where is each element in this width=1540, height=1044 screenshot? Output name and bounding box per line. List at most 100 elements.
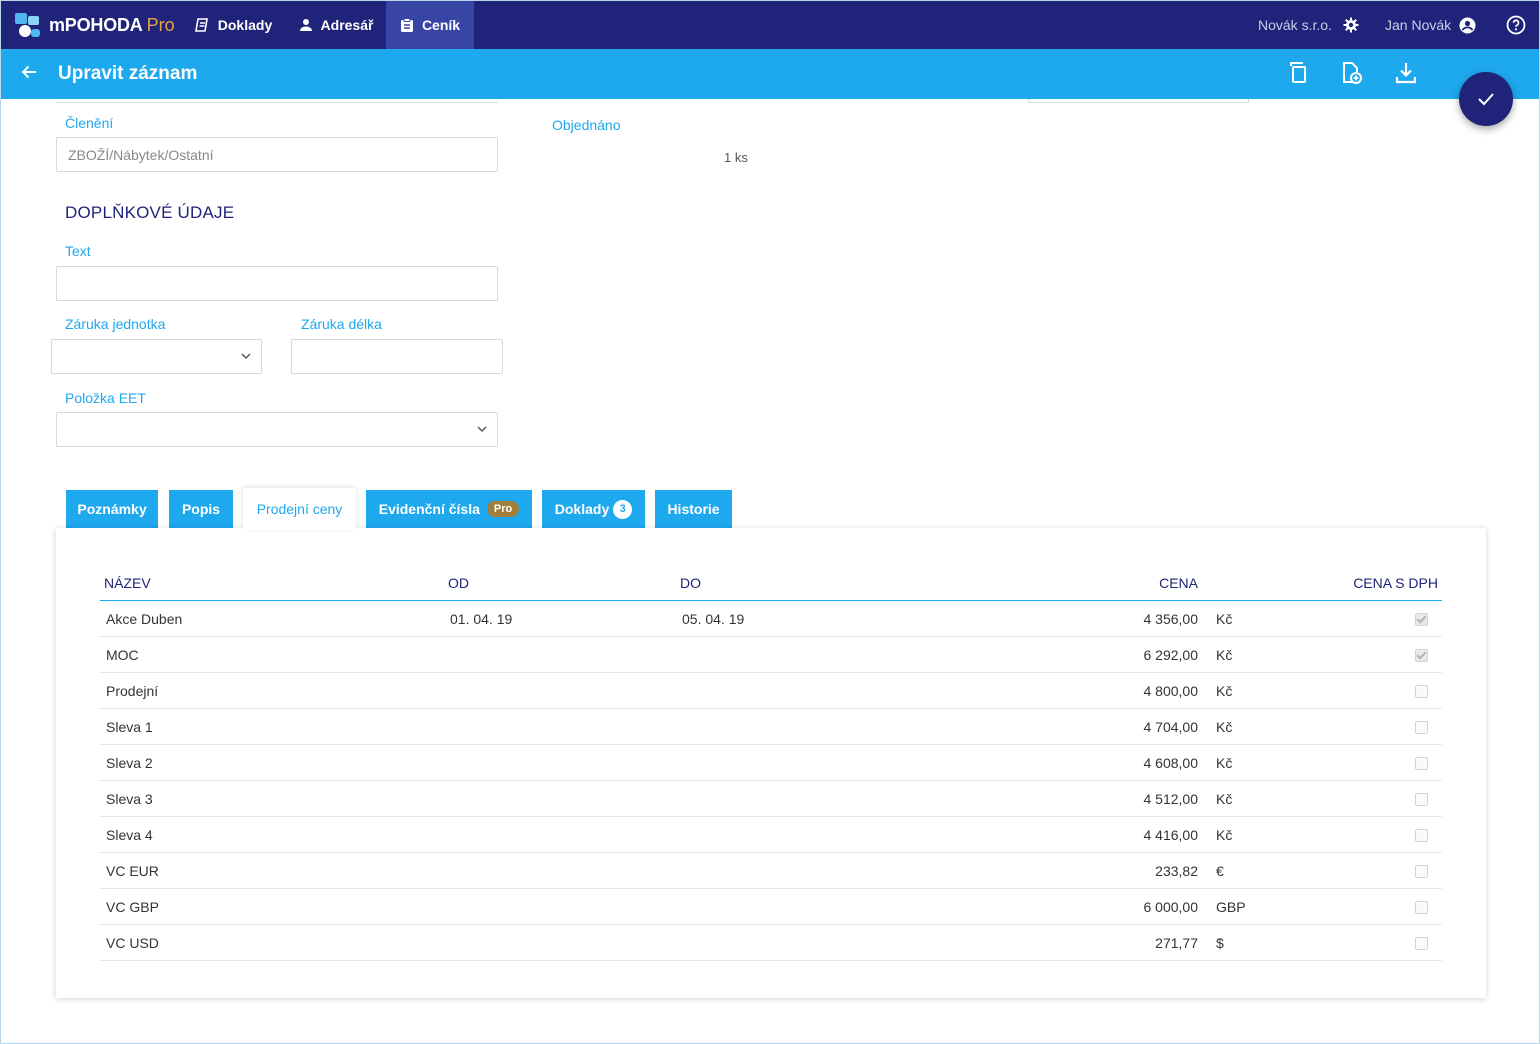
app-logo[interactable]: mPOHODA Pro — [15, 1, 175, 49]
tab-poznamky[interactable]: Poznámky — [66, 490, 158, 528]
gear-icon — [1343, 17, 1359, 33]
tab-evidencni-cisla[interactable]: Evidenční čísla Pro — [366, 490, 532, 528]
tab-label: Popis — [181, 501, 221, 517]
cell-currency: Kč — [1204, 672, 1262, 709]
prices-panel: NÁZEV OD DO CENA CENA S DPH Akce Duben 01… — [56, 528, 1486, 998]
cell-with-vat — [1262, 744, 1442, 781]
cell-currency: Kč — [1204, 816, 1262, 853]
cell-price: 271,77 — [1074, 924, 1204, 961]
cell-name: Sleva 1 — [100, 708, 444, 745]
with-vat-checkbox[interactable] — [1415, 685, 1428, 699]
count-badge: 3 — [613, 499, 633, 519]
copy-icon[interactable] — [1287, 61, 1309, 85]
cell-to — [676, 708, 1074, 745]
cell-from — [444, 780, 676, 817]
nav-item-cenik[interactable]: Ceník — [386, 1, 474, 49]
table-row[interactable]: Akce Duben 01. 04. 19 05. 04. 19 4 356,00 Kč — [100, 600, 1442, 637]
cleneni-label: Členění — [65, 115, 114, 131]
column-header-currency-spacer — [1204, 565, 1262, 601]
cell-with-vat — [1262, 636, 1442, 673]
nav-item-label: Doklady — [217, 17, 273, 33]
tab-prodejni-ceny[interactable]: Prodejní ceny — [243, 488, 356, 530]
cell-currency: Kč — [1204, 780, 1262, 817]
chevron-down-icon — [477, 426, 487, 433]
column-header-cena[interactable]: CENA — [1074, 565, 1204, 601]
cell-currency: GBP — [1204, 888, 1262, 925]
pohoda-logo-icon — [15, 12, 41, 38]
prices-table: NÁZEV OD DO CENA CENA S DPH Akce Duben 01… — [100, 565, 1442, 961]
cell-name: VC EUR — [100, 852, 444, 889]
with-vat-checkbox[interactable] — [1415, 613, 1428, 627]
app-name: mPOHODA — [49, 14, 143, 35]
table-row[interactable]: VC GBP 6 000,00 GBP — [100, 888, 1442, 925]
tab-historie[interactable]: Historie — [655, 490, 732, 528]
scrolled-field-edge — [1028, 99, 1249, 103]
column-header-nazev[interactable]: NÁZEV — [100, 565, 444, 601]
column-header-do[interactable]: DO — [676, 565, 1074, 601]
cell-name: Sleva 3 — [100, 780, 444, 817]
top-navbar: mPOHODA Pro Doklady Adresář Ceník Novák … — [1, 1, 1539, 49]
tab-popis[interactable]: Popis — [169, 490, 233, 528]
cell-with-vat — [1262, 600, 1442, 637]
polozka-eet-select[interactable] — [56, 412, 498, 447]
add-document-icon[interactable] — [1341, 61, 1363, 85]
back-arrow-icon[interactable] — [19, 62, 39, 82]
cell-name: VC USD — [100, 924, 444, 961]
download-icon[interactable] — [1395, 61, 1417, 85]
with-vat-checkbox[interactable] — [1415, 865, 1428, 879]
cell-to — [676, 672, 1074, 709]
cell-with-vat — [1262, 816, 1442, 853]
table-row[interactable]: VC EUR 233,82 € — [100, 852, 1442, 889]
company-name: Novák s.r.o. — [1258, 17, 1332, 33]
tab-label: Poznámky — [77, 501, 147, 517]
objednano-value: 1 ks — [724, 150, 748, 165]
cell-to — [676, 816, 1074, 853]
help-button[interactable] — [1506, 1, 1526, 49]
with-vat-checkbox[interactable] — [1415, 829, 1428, 843]
table-row[interactable]: Sleva 2 4 608,00 Kč — [100, 744, 1442, 781]
table-row[interactable]: Sleva 4 4 416,00 Kč — [100, 816, 1442, 853]
cell-from — [444, 852, 676, 889]
table-row[interactable]: Sleva 3 4 512,00 Kč — [100, 780, 1442, 817]
account-circle-icon — [1459, 17, 1476, 33]
with-vat-checkbox[interactable] — [1415, 757, 1428, 771]
zaruka-jednotka-label: Záruka jednotka — [65, 316, 166, 332]
with-vat-checkbox[interactable] — [1415, 793, 1428, 807]
nav-item-doklady[interactable]: Doklady — [183, 1, 283, 49]
cell-from — [444, 888, 676, 925]
with-vat-checkbox[interactable] — [1415, 937, 1428, 951]
cell-name: Sleva 2 — [100, 744, 444, 781]
table-row[interactable]: Sleva 1 4 704,00 Kč — [100, 708, 1442, 745]
zaruka-delka-field[interactable] — [291, 339, 503, 374]
nav-item-adresar[interactable]: Adresář — [286, 1, 386, 49]
table-row[interactable]: MOC 6 292,00 Kč — [100, 636, 1442, 673]
user-menu[interactable]: Jan Novák — [1385, 1, 1476, 49]
with-vat-checkbox[interactable] — [1415, 721, 1428, 735]
column-header-cena-s-dph[interactable]: CENA S DPH — [1262, 565, 1442, 601]
cell-price: 4 416,00 — [1074, 816, 1204, 853]
cell-from — [444, 672, 676, 709]
cell-name: Sleva 4 — [100, 816, 444, 853]
cell-from — [444, 816, 676, 853]
table-row[interactable]: VC USD 271,77 $ — [100, 924, 1442, 961]
with-vat-checkbox[interactable] — [1415, 901, 1428, 915]
cell-name: Akce Duben — [100, 600, 444, 637]
documents-icon — [194, 18, 208, 32]
table-row[interactable]: Prodejní 4 800,00 Kč — [100, 672, 1442, 709]
cell-with-vat — [1262, 888, 1442, 925]
with-vat-checkbox[interactable] — [1415, 649, 1428, 663]
cell-with-vat — [1262, 708, 1442, 745]
action-bar: Upravit záznam — [1, 49, 1539, 99]
tab-doklady[interactable]: Doklady 3 — [542, 490, 645, 528]
polozka-eet-label: Položka EET — [65, 390, 146, 406]
cleneni-field[interactable]: ZBOŽÍ/Nábytek/Ostatní — [56, 137, 498, 172]
cell-price: 4 512,00 — [1074, 780, 1204, 817]
text-field[interactable] — [56, 266, 498, 301]
save-confirm-button[interactable] — [1459, 72, 1513, 126]
help-icon — [1506, 15, 1526, 35]
zaruka-jednotka-select[interactable] — [51, 339, 262, 374]
chevron-down-icon — [241, 353, 251, 360]
column-header-od[interactable]: OD — [444, 565, 676, 601]
tab-label: Evidenční čísla — [378, 501, 480, 517]
company-selector[interactable]: Novák s.r.o. — [1258, 1, 1359, 49]
